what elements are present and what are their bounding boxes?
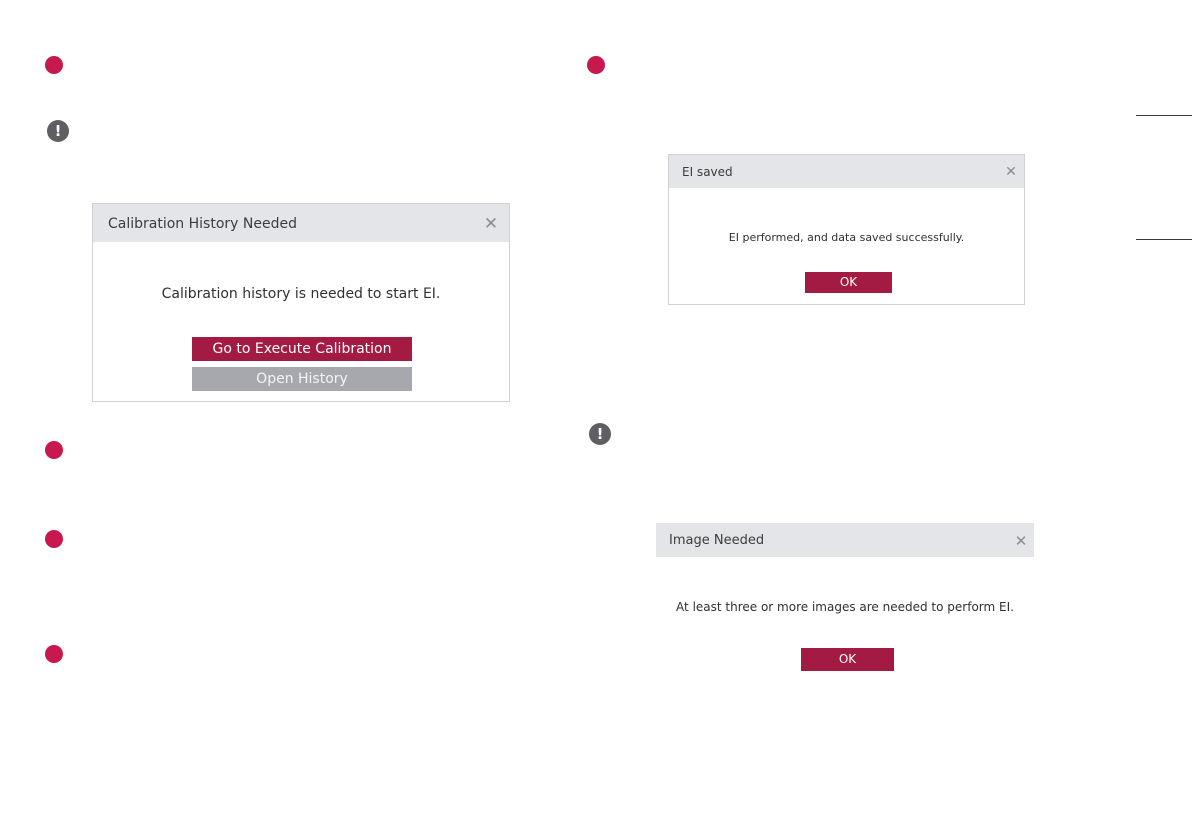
ok-button[interactable]: OK bbox=[805, 272, 892, 293]
dialog-title: Image Needed bbox=[669, 533, 765, 548]
dialog-message: At least three or more images are needed… bbox=[676, 600, 1014, 614]
dialog-title: EI saved bbox=[682, 165, 733, 179]
note-icon: ! bbox=[47, 120, 69, 142]
ok-button[interactable]: OK bbox=[801, 648, 894, 671]
dialog-message: Calibration history is needed to start E… bbox=[161, 286, 441, 302]
open-history-button[interactable]: Open History bbox=[192, 367, 412, 391]
close-icon[interactable]: ✕ bbox=[1001, 155, 1021, 190]
ei-saved-dialog: EI saved ✕ EI performed, and data saved … bbox=[668, 154, 1025, 305]
step-marker-1 bbox=[45, 56, 63, 74]
dialog-title: Calibration History Needed bbox=[108, 216, 297, 232]
step-marker-3 bbox=[45, 530, 63, 548]
step-marker-5 bbox=[587, 56, 605, 74]
close-icon[interactable]: ✕ bbox=[1010, 523, 1032, 559]
step-marker-2 bbox=[45, 441, 63, 459]
close-icon[interactable]: ✕ bbox=[479, 204, 503, 244]
image-needed-dialog: Image Needed ✕ At least three or more im… bbox=[656, 523, 1034, 683]
note-icon: ! bbox=[589, 423, 611, 445]
step-marker-4 bbox=[45, 645, 63, 663]
section-divider bbox=[1136, 115, 1192, 116]
calibration-history-dialog: Calibration History Needed ✕ Calibration… bbox=[92, 203, 510, 402]
manual-page: ! Calibration History Needed ✕ Calibrati… bbox=[0, 0, 1192, 840]
dialog-message: EI performed, and data saved successfull… bbox=[728, 231, 965, 244]
section-divider bbox=[1136, 239, 1192, 240]
go-to-execute-calibration-button[interactable]: Go to Execute Calibration bbox=[192, 337, 412, 361]
